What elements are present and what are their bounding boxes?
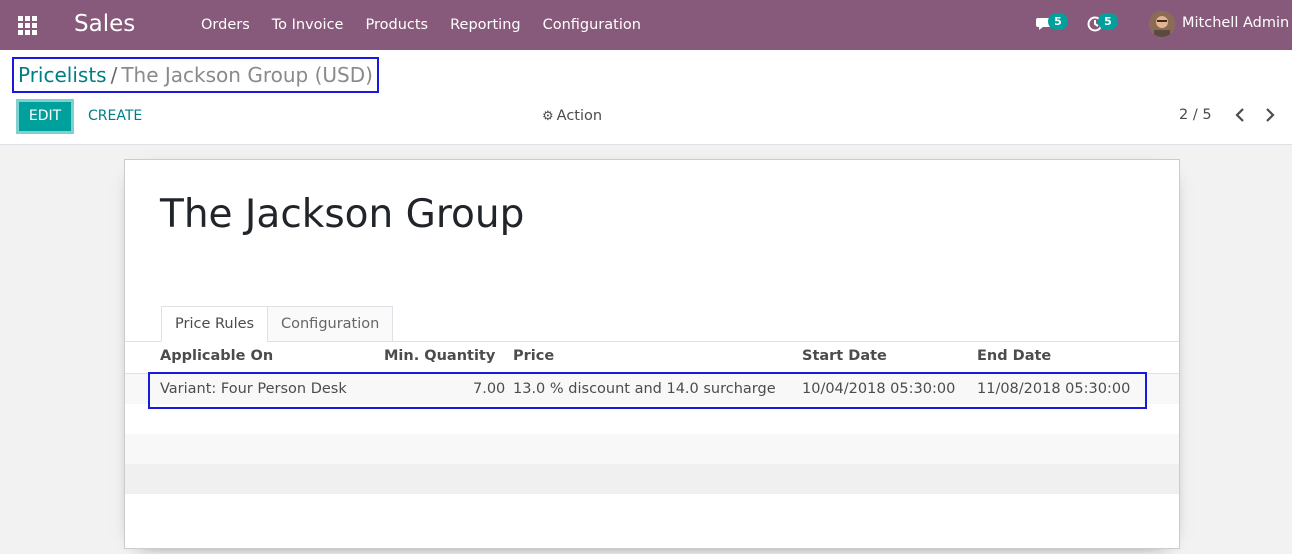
- create-button[interactable]: CREATE: [88, 108, 142, 124]
- cell-start-date[interactable]: 10/04/2018 05:30:00: [802, 381, 955, 397]
- menu-item-orders[interactable]: Orders: [190, 0, 261, 50]
- pager-previous-icon[interactable]: [1234, 105, 1246, 130]
- column-header-min-quantity[interactable]: Min. Quantity: [384, 348, 495, 364]
- action-label: Action: [556, 108, 603, 124]
- column-header-end-date[interactable]: End Date: [977, 348, 1051, 364]
- breadcrumb-pricelists-link[interactable]: Pricelists: [18, 63, 107, 87]
- pager-next-icon[interactable]: [1264, 105, 1276, 130]
- user-avatar[interactable]: [1149, 11, 1175, 37]
- gear-icon: ⚙: [542, 109, 554, 124]
- cell-applicable-on[interactable]: Variant: Four Person Desk: [160, 381, 347, 397]
- column-header-applicable-on[interactable]: Applicable On: [160, 348, 273, 364]
- pager-value[interactable]: 2 / 5: [1179, 107, 1212, 123]
- tab-price-rules[interactable]: Price Rules: [161, 306, 269, 342]
- apps-menu-icon[interactable]: [18, 16, 37, 35]
- main-menu: Orders To Invoice Products Reporting Con…: [190, 0, 652, 50]
- menu-item-products[interactable]: Products: [354, 0, 439, 50]
- tab-configuration[interactable]: Configuration: [267, 306, 394, 342]
- menu-item-configuration[interactable]: Configuration: [532, 0, 652, 50]
- control-panel: Pricelists / The Jackson Group (USD) EDIT …: [0, 50, 1292, 145]
- menu-item-reporting[interactable]: Reporting: [439, 0, 532, 50]
- column-header-start-date[interactable]: Start Date: [802, 348, 887, 364]
- action-dropdown[interactable]: ⚙ Action: [542, 108, 602, 124]
- cell-price[interactable]: 13.0 % discount and 14.0 surcharge: [513, 381, 776, 397]
- form-sheet: The Jackson Group Price Rules Configurat…: [124, 159, 1180, 549]
- column-header-price[interactable]: Price: [513, 348, 554, 364]
- user-name[interactable]: Mitchell Admin: [1182, 15, 1289, 31]
- menu-item-to-invoice[interactable]: To Invoice: [261, 0, 355, 50]
- activity-badge: 5: [1098, 13, 1118, 30]
- empty-row: [125, 464, 1179, 494]
- breadcrumb: Pricelists / The Jackson Group (USD): [12, 57, 379, 93]
- notebook-tabs: Price Rules Configuration: [125, 306, 1179, 342]
- cell-min-quantity[interactable]: 7.00: [473, 381, 505, 397]
- edit-button[interactable]: EDIT: [16, 99, 74, 134]
- top-navbar: Sales Orders To Invoice Products Reporti…: [0, 0, 1292, 50]
- empty-row: [125, 434, 1179, 464]
- breadcrumb-separator: /: [110, 63, 118, 87]
- breadcrumb-current: The Jackson Group (USD): [121, 63, 373, 87]
- pricelist-name: The Jackson Group: [160, 192, 525, 237]
- cell-end-date[interactable]: 11/08/2018 05:30:00: [977, 381, 1130, 397]
- app-name[interactable]: Sales: [74, 11, 135, 37]
- messages-badge: 5: [1048, 13, 1068, 30]
